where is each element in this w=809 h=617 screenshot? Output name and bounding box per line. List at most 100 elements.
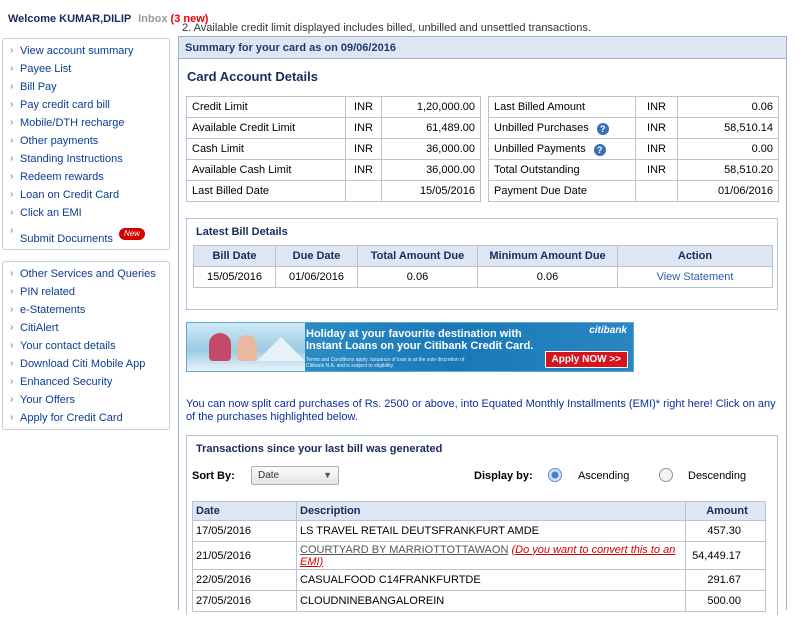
sidebar-item-download-mobile-app[interactable]: › Download Citi Mobile App — [3, 355, 169, 373]
detail-label: Last Billed Date — [186, 180, 346, 202]
table-header-row: Bill Date Due Date Total Amount Due Mini… — [193, 245, 773, 267]
ascending-label[interactable]: Ascending — [578, 470, 629, 482]
total-amount-due: 0.06 — [357, 266, 478, 288]
sidebar-item-your-offers[interactable]: › Your Offers — [3, 391, 169, 409]
chevron-right-icon: › — [10, 135, 14, 146]
sort-by-select[interactable]: Date ▼ — [251, 466, 339, 485]
bill-date: 15/05/2016 — [193, 266, 276, 288]
sidebar-item-payee-list[interactable]: › Payee List — [3, 60, 169, 78]
new-badge: New — [118, 228, 145, 240]
sidebar-item-apply-credit-card[interactable]: › Apply for Credit Card — [3, 409, 169, 427]
column-header: Total Amount Due — [357, 245, 478, 267]
table-row: Payment Due Date 01/06/2016 — [488, 180, 779, 202]
account-details-right-table: Last Billed Amount INR 0.06 Unbilled Pur… — [488, 96, 779, 202]
banner-terms: Terms and Conditions apply. Issuance of … — [306, 357, 465, 369]
chevron-right-icon: › — [10, 286, 14, 297]
detail-label: Cash Limit — [186, 138, 346, 160]
sidebar-item-other-payments[interactable]: › Other payments — [3, 132, 169, 150]
sidebar-item-other-services[interactable]: › Other Services and Queries — [3, 265, 169, 283]
column-header: Amount — [685, 501, 766, 521]
tx-date: 17/05/2016 — [192, 520, 297, 542]
sidebar-item-standing-instructions[interactable]: › Standing Instructions — [3, 150, 169, 168]
sidebar-item-loan-on-credit-card[interactable]: › Loan on Credit Card — [3, 186, 169, 204]
banner-headline-2: Instant Loans on your Citibank Credit Ca… — [306, 340, 534, 352]
table-row: 27/05/2016 CLOUDNINEBANGALOREIN 500.00 — [192, 590, 766, 612]
minimum-amount-due: 0.06 — [477, 266, 618, 288]
citibank-logo: citibank — [589, 325, 627, 336]
table-row: Available Cash Limit INR 36,000.00 — [186, 159, 481, 181]
display-by-label: Display by: — [474, 470, 533, 482]
sidebar-item-enhanced-security[interactable]: › Enhanced Security — [3, 373, 169, 391]
detail-currency — [635, 180, 678, 202]
detail-currency: INR — [345, 138, 382, 160]
table-row: Unbilled Payments? INR 0.00 — [488, 138, 779, 160]
sidebar-item-view-account-summary[interactable]: › View account summary — [3, 42, 169, 60]
detail-value: 61,489.00 — [381, 117, 481, 139]
tx-date: 22/05/2016 — [192, 569, 297, 591]
sidebar-item-mobile-dth-recharge[interactable]: › Mobile/DTH recharge — [3, 114, 169, 132]
help-icon[interactable]: ? — [596, 122, 609, 135]
detail-value: 58,510.20 — [677, 159, 779, 181]
detail-value: 36,000.00 — [381, 159, 481, 181]
table-row: Total Outstanding INR 58,510.20 — [488, 159, 779, 181]
ascending-radio[interactable] — [548, 468, 562, 482]
table-row: Unbilled Purchases? INR 58,510.14 — [488, 117, 779, 139]
column-header: Date — [192, 501, 297, 521]
detail-value: 0.06 — [677, 96, 779, 118]
account-details-left-table: Credit Limit INR 1,20,000.00 Available C… — [186, 96, 481, 202]
latest-bill-section: Latest Bill Details Bill Date Due Date T… — [186, 218, 778, 310]
tx-amount: 457.30 — [685, 520, 766, 542]
loan-promo-banner[interactable]: Holiday at your favourite destination wi… — [186, 322, 634, 372]
latest-bill-title: Latest Bill Details — [196, 226, 288, 238]
descending-label[interactable]: Descending — [688, 470, 746, 482]
sidebar-item-e-statements[interactable]: › e-Statements — [3, 301, 169, 319]
latest-bill-table: Bill Date Due Date Total Amount Due Mini… — [193, 245, 773, 288]
column-header: Bill Date — [193, 245, 276, 267]
sidebar-item-redeem-rewards[interactable]: › Redeem rewards — [3, 168, 169, 186]
apply-now-button[interactable]: Apply NOW >> — [544, 351, 628, 368]
detail-label: Available Credit Limit — [186, 117, 346, 139]
summary-panel: Summary for your card as on 09/06/2016 C… — [178, 36, 787, 615]
descending-radio[interactable] — [659, 468, 673, 482]
sidebar-item-click-an-emi[interactable]: › Click an EMI — [3, 204, 169, 222]
detail-value: 58,510.14 — [677, 117, 779, 139]
table-row: 22/05/2016 CASUALFOOD C14FRANKFURTDE 291… — [192, 569, 766, 591]
sidebar-item-submit-documents[interactable]: › Submit Documents New — [3, 222, 169, 248]
table-row: Credit Limit INR 1,20,000.00 — [186, 96, 481, 118]
welcome-bar: Welcome KUMAR,DILIP Inbox (3 new) — [8, 13, 208, 25]
table-row: 17/05/2016 LS TRAVEL RETAIL DEUTSFRANKFU… — [192, 520, 766, 542]
sidebar-item-contact-details[interactable]: › Your contact details — [3, 337, 169, 355]
detail-currency: INR — [345, 96, 382, 118]
chevron-right-icon: › — [10, 268, 14, 279]
detail-label-cell: Unbilled Payments? — [488, 138, 636, 160]
detail-label-cell: Unbilled Purchases? — [488, 117, 636, 139]
chevron-right-icon: › — [10, 63, 14, 74]
inbox-link[interactable]: Inbox — [138, 13, 167, 25]
credit-limit-note: 2. Available credit limit displayed incl… — [182, 22, 591, 34]
detail-label-cell: Payment Due Date — [488, 180, 636, 202]
detail-currency: INR — [345, 117, 382, 139]
sidebar-menu-services: › Other Services and Queries › PIN related… — [2, 261, 170, 430]
column-header: Description — [296, 501, 686, 521]
detail-label: Available Cash Limit — [186, 159, 346, 181]
chevron-right-icon: › — [10, 81, 14, 92]
sidebar-item-pay-credit-card-bill[interactable]: › Pay credit card bill — [3, 96, 169, 114]
transactions-title: Transactions since your last bill was ge… — [196, 443, 443, 455]
help-icon[interactable]: ? — [593, 143, 606, 156]
detail-value: 0.00 — [677, 138, 779, 160]
sidebar-item-bill-pay[interactable]: › Bill Pay — [3, 78, 169, 96]
tx-description-link[interactable]: COURTYARD BY MARRIOTTOTTAWAON — [300, 544, 508, 556]
detail-value: 1,20,000.00 — [381, 96, 481, 118]
tx-amount: 500.00 — [685, 590, 766, 612]
detail-label-cell: Last Billed Amount — [488, 96, 636, 118]
table-row: Last Billed Amount INR 0.06 — [488, 96, 779, 118]
tx-date: 27/05/2016 — [192, 590, 297, 612]
detail-value: 36,000.00 — [381, 138, 481, 160]
chevron-right-icon: › — [10, 225, 14, 236]
sidebar-item-citialert[interactable]: › CitiAlert — [3, 319, 169, 337]
chevron-right-icon: › — [10, 45, 14, 56]
sidebar-item-pin-related[interactable]: › PIN related — [3, 283, 169, 301]
chevron-right-icon: › — [10, 304, 14, 315]
chevron-right-icon: › — [10, 340, 14, 351]
view-statement-link[interactable]: View Statement — [657, 271, 734, 283]
